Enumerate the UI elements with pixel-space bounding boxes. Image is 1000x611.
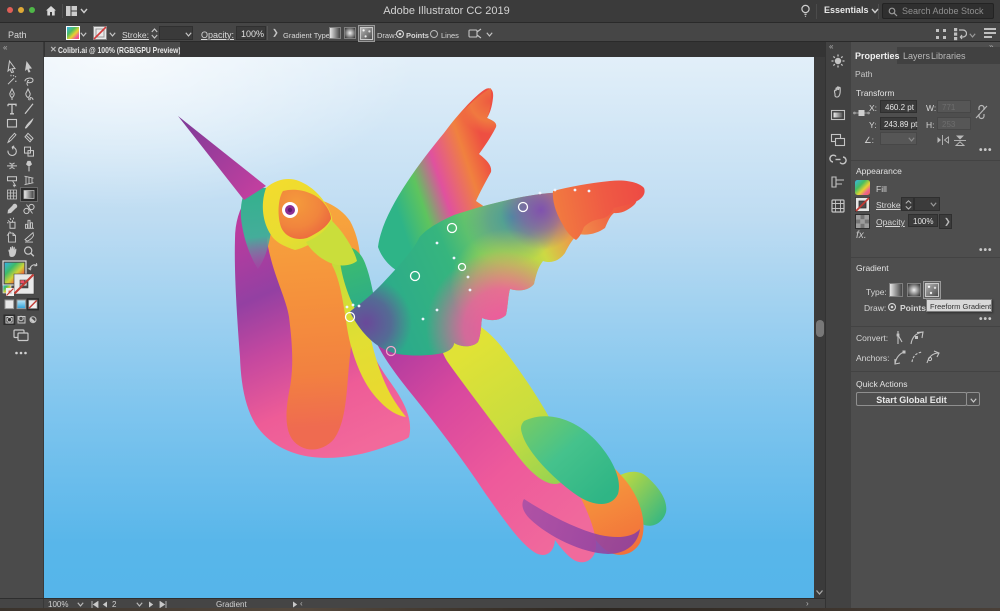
svg-text:«: « <box>3 43 8 52</box>
